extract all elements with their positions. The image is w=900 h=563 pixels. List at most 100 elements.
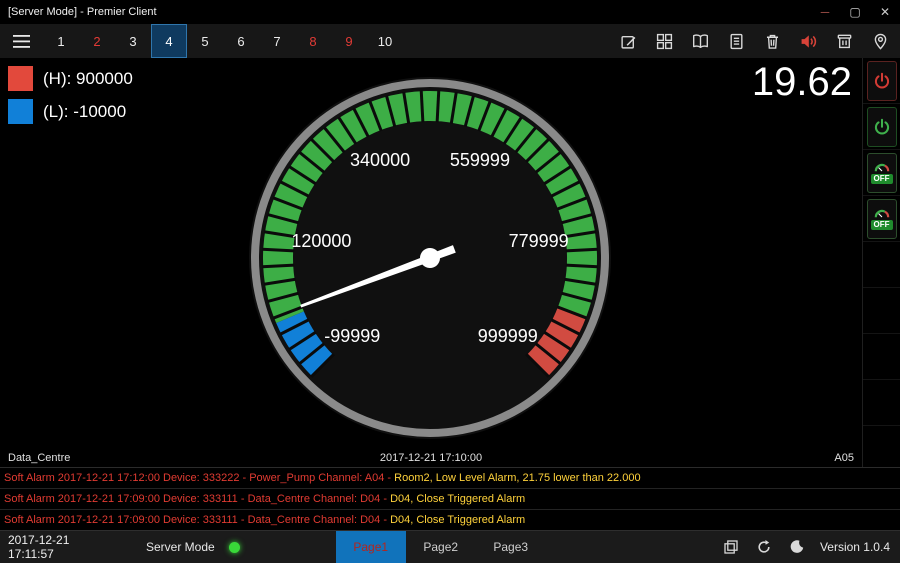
layout-button[interactable] [715, 531, 748, 563]
legend-low: (L): -10000 [8, 99, 133, 124]
sidebar-cell-4: OFF [863, 196, 900, 242]
gauge-timestamp: 2017-12-21 17:10:00 [0, 452, 862, 464]
hamburger-icon [13, 35, 30, 48]
gauge-tick-label: 120000 [291, 231, 351, 251]
page-tab-3[interactable]: Page3 [476, 531, 546, 563]
alarm-message: D04, Close Triggered Alarm [390, 514, 525, 526]
alarm-message: Room2, Low Level Alarm, 21.75 lower than… [394, 472, 640, 484]
alarm-prefix: Soft Alarm 2017-12-21 17:09:00 Device: 3… [4, 514, 390, 526]
sidebar-cell-1 [863, 58, 900, 104]
sync-button[interactable] [748, 531, 781, 563]
statusbar-actions [715, 531, 814, 563]
toggle-state-label: OFF [871, 174, 893, 184]
moon-icon [789, 539, 805, 555]
channel-id: A05 [834, 452, 854, 464]
alarm-list: Soft Alarm 2017-12-21 17:12:00 Device: 3… [0, 467, 900, 530]
notes-button[interactable] [718, 24, 754, 58]
bin-button[interactable] [826, 24, 862, 58]
gauge-tick-label: 999999 [478, 326, 538, 346]
sidebar-cell-empty [863, 426, 900, 472]
status-time: 2017-12-21 17:11:57 [0, 533, 118, 561]
toggle-state-label: OFF [871, 220, 893, 230]
alarm-prefix: Soft Alarm 2017-12-21 17:12:00 Device: 3… [4, 472, 394, 484]
gauge-tick-label: 779999 [509, 231, 569, 251]
status-led [229, 542, 240, 553]
gauge-dial: -99999 120000 340000 559999 779999 999999 [230, 58, 630, 458]
screen-tabs: 1 2 3 4 5 6 7 8 9 10 [43, 24, 403, 58]
device-name: Data_Centre [8, 452, 70, 464]
trash-button[interactable] [754, 24, 790, 58]
speaker-icon [800, 33, 817, 50]
sidebar-cell-3: OFF [863, 150, 900, 196]
tab-3[interactable]: 3 [115, 24, 151, 58]
tab-6[interactable]: 6 [223, 24, 259, 58]
sidebar-cell-empty [863, 380, 900, 426]
content-area: (H): 900000 (L): -10000 19.62 -99999 1200… [0, 58, 900, 467]
book-icon [692, 33, 709, 50]
page-tab-2[interactable]: Page2 [406, 531, 476, 563]
maximize-button[interactable]: ▢ [840, 0, 870, 24]
alarm-row[interactable]: Soft Alarm 2017-12-21 17:09:00 Device: 3… [0, 510, 900, 531]
book-button[interactable] [682, 24, 718, 58]
toolbar-actions [610, 24, 900, 58]
tab-5[interactable]: 5 [187, 24, 223, 58]
layout-icon [723, 539, 739, 555]
power-icon-red [873, 72, 891, 90]
gauge-tick-label: 559999 [450, 150, 510, 170]
version-label: Version 1.0.4 [814, 540, 900, 554]
legend-high: (H): 900000 [8, 66, 133, 91]
pin-button[interactable] [862, 24, 898, 58]
alarm-row[interactable]: Soft Alarm 2017-12-21 17:09:00 Device: 3… [0, 489, 900, 510]
control-sidebar: OFF OFF [862, 58, 900, 467]
alarm-message: D04, Close Triggered Alarm [390, 493, 525, 505]
current-value: 19.62 [752, 60, 852, 105]
gauge-tick-label: 340000 [350, 150, 410, 170]
sidebar-cell-2 [863, 104, 900, 150]
page-switcher: Page1 Page2 Page3 [336, 531, 546, 563]
page-tab-1[interactable]: Page1 [336, 531, 406, 563]
modules-button[interactable] [646, 24, 682, 58]
edit-button[interactable] [610, 24, 646, 58]
gauge-panel: (H): 900000 (L): -10000 19.62 -99999 1200… [0, 58, 862, 467]
low-alarm-label: (L): -10000 [43, 102, 126, 122]
tab-1[interactable]: 1 [43, 24, 79, 58]
tab-10[interactable]: 10 [367, 24, 403, 58]
trash-icon [764, 33, 781, 50]
minimize-button[interactable]: ─ [810, 0, 840, 24]
high-alarm-swatch [8, 66, 33, 91]
tab-4[interactable]: 4 [151, 24, 187, 58]
tab-9[interactable]: 9 [331, 24, 367, 58]
output-toggle-2[interactable]: OFF [867, 199, 897, 239]
window-controls: ─ ▢ ✕ [810, 0, 900, 24]
alarm-legend: (H): 900000 (L): -10000 [8, 66, 133, 124]
mini-gauge-icon [874, 208, 890, 218]
mini-gauge-icon [874, 162, 890, 172]
mode-label: Server Mode [146, 540, 215, 554]
speaker-button[interactable] [790, 24, 826, 58]
app-window: [Server Mode] - Premier Client ─ ▢ ✕ 1 2… [0, 0, 900, 563]
sidebar-cell-empty [863, 334, 900, 380]
power-button-red[interactable] [867, 61, 897, 101]
tab-8[interactable]: 8 [295, 24, 331, 58]
power-icon-green [873, 118, 891, 136]
menu-icon[interactable] [0, 35, 43, 48]
low-alarm-swatch [8, 99, 33, 124]
power-button-green[interactable] [867, 107, 897, 147]
notes-icon [728, 33, 745, 50]
gauge-tick-label: -99999 [324, 326, 380, 346]
tab-2[interactable]: 2 [79, 24, 115, 58]
modules-icon [656, 33, 673, 50]
bin-icon [836, 33, 853, 50]
tab-7[interactable]: 7 [259, 24, 295, 58]
night-mode-button[interactable] [781, 531, 814, 563]
high-alarm-label: (H): 900000 [43, 69, 133, 89]
sidebar-cell-empty [863, 242, 900, 288]
output-toggle-1[interactable]: OFF [867, 153, 897, 193]
alarm-row[interactable]: Soft Alarm 2017-12-21 17:12:00 Device: 3… [0, 468, 900, 489]
pin-icon [872, 33, 889, 50]
sidebar-cell-empty [863, 288, 900, 334]
sync-icon [756, 539, 772, 555]
alarm-prefix: Soft Alarm 2017-12-21 17:09:00 Device: 3… [4, 493, 390, 505]
toolbar: 1 2 3 4 5 6 7 8 9 10 [0, 24, 900, 58]
close-button[interactable]: ✕ [870, 0, 900, 24]
